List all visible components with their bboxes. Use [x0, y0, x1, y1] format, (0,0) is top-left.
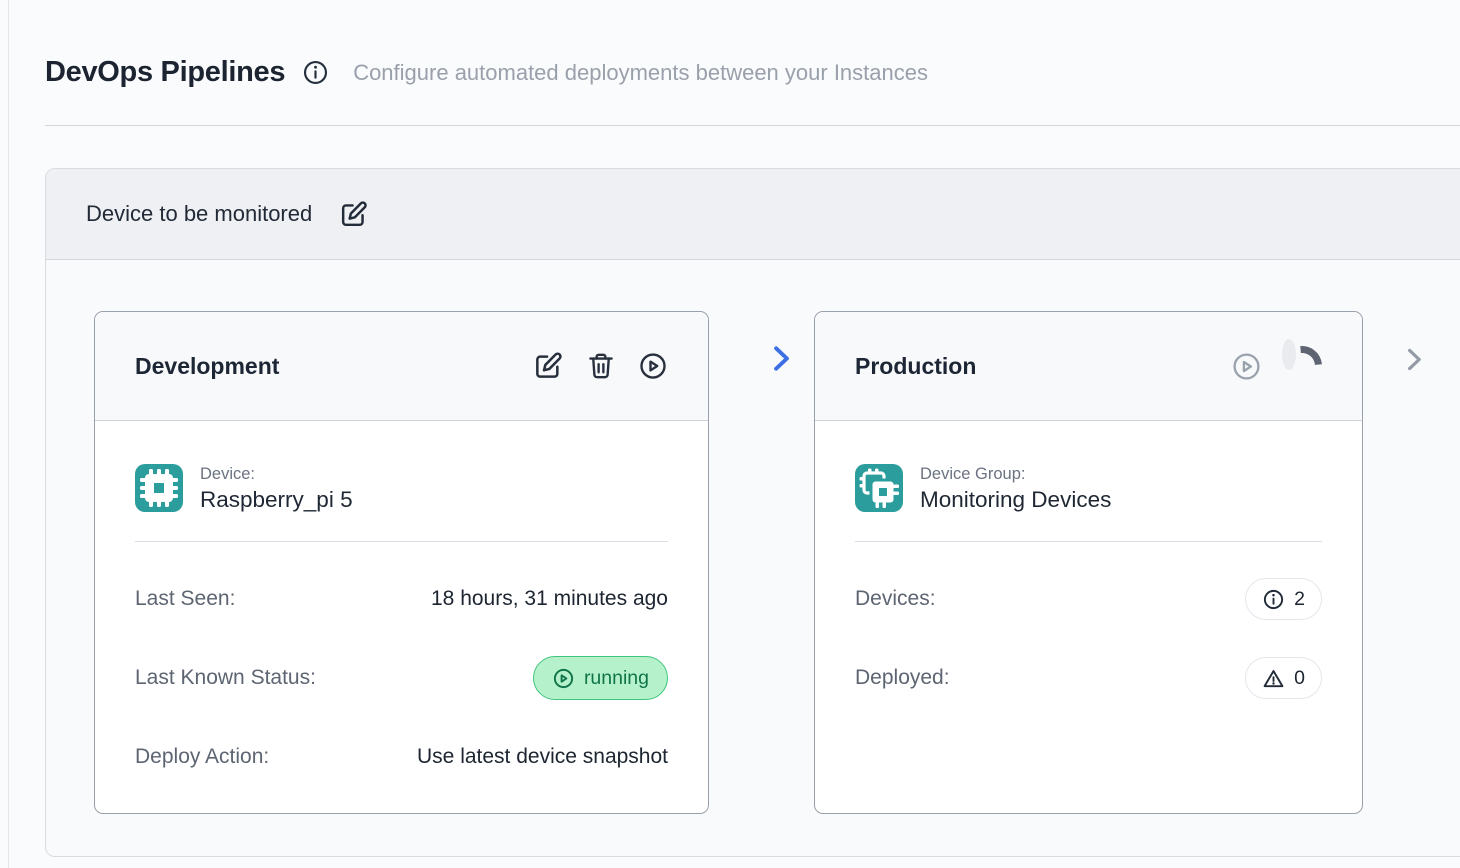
pipeline-panel-header: Device to be monitored [46, 169, 1460, 260]
header-divider [45, 125, 1460, 126]
last-seen-row: Last Seen: 18 hours, 31 minutes ago [135, 577, 668, 621]
deploy-action-value: Use latest device snapshot [417, 745, 668, 769]
deployed-label: Deployed: [855, 666, 950, 690]
device-group-row: Device Group: Monitoring Devices [855, 464, 1322, 513]
chevron-right-icon [763, 341, 798, 376]
info-icon [1262, 588, 1285, 611]
development-card-body: Device: Raspberry_pi 5 Last Seen: 18 hou… [95, 464, 708, 779]
devices-label: Devices: [855, 587, 936, 611]
status-badge-text: running [584, 667, 649, 690]
deploy-action-label: Deploy Action: [135, 745, 269, 769]
chevron-right-icon[interactable] [1398, 344, 1429, 375]
status-label: Last Known Status: [135, 666, 316, 690]
devices-row: Devices: 2 [855, 577, 1322, 621]
chip-group-icon [855, 464, 903, 512]
deployed-count-badge: 0 [1245, 657, 1322, 699]
deployed-count: 0 [1294, 667, 1305, 690]
last-seen-value: 18 hours, 31 minutes ago [431, 587, 668, 611]
device-name: Raspberry_pi 5 [200, 487, 353, 513]
status-row: Last Known Status: running [135, 656, 668, 700]
device-group-label: Device Group: [920, 465, 1111, 484]
development-card: Development [94, 311, 709, 814]
development-card-actions [532, 350, 668, 382]
pipeline-panel-body: Development [46, 260, 1460, 856]
page-title: DevOps Pipelines [45, 56, 285, 89]
play-icon[interactable] [1231, 351, 1262, 382]
loading-spinner-icon [1282, 346, 1322, 386]
panel-title: Device to be monitored [86, 201, 312, 227]
production-card-title: Production [855, 353, 1231, 380]
development-card-title: Development [135, 353, 532, 380]
page-subtitle: Configure automated deployments between … [353, 60, 928, 86]
device-group-name: Monitoring Devices [920, 487, 1111, 513]
info-icon[interactable] [302, 59, 329, 86]
device-row: Device: Raspberry_pi 5 [135, 464, 668, 513]
chip-icon [135, 464, 183, 512]
trash-icon[interactable] [586, 351, 616, 381]
production-card-body: Device Group: Monitoring Devices Devices… [815, 464, 1362, 700]
edit-icon[interactable] [532, 350, 564, 382]
play-icon [552, 667, 575, 690]
production-card-header: Production [815, 312, 1362, 421]
card-divider [855, 541, 1322, 542]
play-icon[interactable] [638, 351, 668, 381]
page-header: DevOps Pipelines Configure automated dep… [45, 56, 928, 89]
pipeline-panel: Device to be monitored Development [45, 168, 1460, 857]
last-seen-label: Last Seen: [135, 587, 235, 611]
development-card-header: Development [95, 312, 708, 421]
deployed-row: Deployed: 0 [855, 656, 1322, 700]
production-card: Production [814, 311, 1363, 814]
status-badge: running [533, 656, 668, 700]
devices-count: 2 [1294, 588, 1305, 611]
devices-count-badge: 2 [1245, 578, 1322, 620]
card-divider [135, 541, 668, 542]
deploy-action-row: Deploy Action: Use latest device snapsho… [135, 735, 668, 779]
device-label: Device: [200, 465, 353, 484]
sidebar-divider [8, 0, 9, 868]
edit-icon[interactable] [338, 199, 369, 230]
warning-triangle-icon [1262, 667, 1285, 690]
